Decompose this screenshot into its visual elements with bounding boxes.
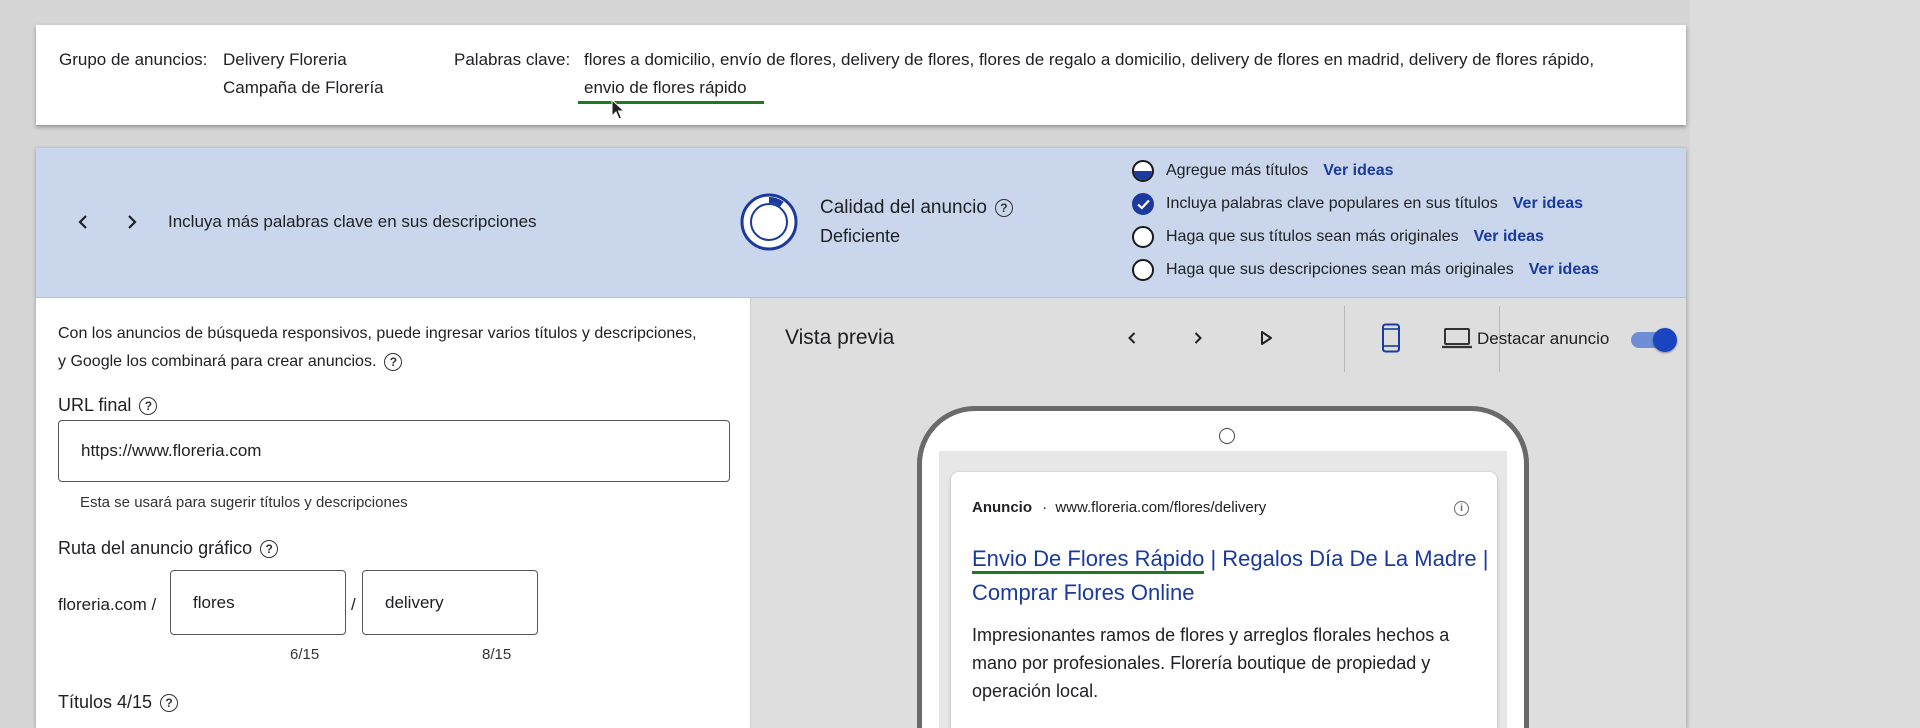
path2-input[interactable]: delivery (362, 570, 538, 635)
preview-title: Vista previa (785, 326, 895, 349)
empty-circle-icon (1132, 259, 1154, 281)
sponsored-label: Anuncio (972, 499, 1032, 516)
display-path-domain: floreria.com / (58, 595, 157, 614)
ad-group-info-card: Grupo de anuncios: Delivery Floreria Cam… (36, 25, 1686, 125)
path2-value: delivery (385, 592, 444, 612)
checklist-item-unique-descriptions: Haga que sus descripciones sean más orig… (1132, 259, 1599, 281)
final-url-value: https://www.floreria.com (81, 441, 262, 460)
background-strip (1690, 0, 1920, 728)
ad-description: Impresionantes ramos de flores y arreglo… (972, 625, 1450, 701)
toggle-knob (1653, 328, 1677, 352)
ad-group-label: Grupo de anuncios: (59, 50, 208, 69)
display-path-label: Ruta del anuncio gráfico ? (58, 538, 279, 559)
path2-char-count: 8/15 (482, 646, 512, 663)
help-icon[interactable]: ? (260, 539, 279, 558)
intro-text-content: Con los anuncios de búsqueda responsivos… (58, 325, 697, 370)
path-separator: / (351, 595, 356, 614)
quality-tip-text: Incluya más palabras clave en sus descri… (168, 212, 537, 231)
ad-quality-bar: Incluya más palabras clave en sus descri… (36, 148, 1686, 298)
phone-frame: Anuncio · www.floreria.com/flores/delive… (917, 406, 1529, 728)
phone-screen: Anuncio · www.floreria.com/flores/delive… (939, 451, 1507, 728)
ad-group-name[interactable]: Delivery Floreria (223, 50, 347, 70)
highlight-ad-toggle[interactable] (1631, 328, 1677, 352)
checklist-item-text: Haga que sus descripciones sean más orig… (1166, 261, 1514, 278)
help-icon[interactable]: ? (384, 352, 403, 371)
keyword-annotation-underline (578, 101, 764, 104)
ad-form: Con los anuncios de búsqueda responsivos… (36, 298, 751, 728)
ad-quality-title: Calidad del anuncio ? (820, 197, 1013, 219)
keywords-list: flores a domicilio, envío de flores, del… (584, 50, 1595, 69)
checklist-item-popular-keywords: Incluya palabras clave populares en sus … (1132, 193, 1583, 215)
path1-input[interactable]: flores (170, 570, 346, 635)
keywords-list-continued: envio de flores rápido (584, 78, 747, 97)
mobile-view-button[interactable] (1374, 321, 1408, 355)
chevron-left-icon (78, 215, 87, 229)
checklist-item-unique-headlines: Haga que sus títulos sean más originales… (1132, 226, 1544, 248)
final-url-hint: Esta se usará para sugerir títulos y des… (80, 494, 408, 511)
mobile-device-icon (1382, 323, 1400, 353)
highlight-ad-label: Destacar anuncio (1477, 329, 1610, 348)
mouse-cursor-icon (611, 99, 626, 120)
ad-preview-panel: Vista previa Destacar anuncio Anuncio · … (751, 298, 1686, 728)
checklist-item-text: Agregue más títulos (1166, 162, 1309, 179)
phone-camera-icon (1219, 428, 1235, 444)
final-url-label-text: URL final (58, 395, 132, 415)
view-ideas-link[interactable]: Ver ideas (1513, 195, 1583, 213)
ad-headline-highlighted: Envio De Flores Rápido (972, 546, 1205, 574)
checklist-item-text: Haga que sus títulos sean más originales (1166, 228, 1459, 245)
laptop-icon (1442, 328, 1472, 349)
search-ad-preview: Anuncio · www.floreria.com/flores/delive… (951, 472, 1497, 728)
next-tip-button[interactable] (118, 208, 146, 236)
chevron-right-icon (128, 215, 137, 229)
toolbar-divider (1344, 306, 1345, 372)
prev-tip-button[interactable] (69, 208, 97, 236)
info-icon[interactable]: i (1454, 501, 1469, 516)
partial-progress-icon (1132, 160, 1154, 182)
path1-value: flores (193, 592, 235, 612)
help-icon[interactable]: ? (139, 396, 158, 415)
ad-meta-line: Anuncio · www.floreria.com/flores/delive… (972, 499, 1266, 516)
preview-prev-button[interactable] (1117, 323, 1147, 353)
view-ideas-link[interactable]: Ver ideas (1323, 162, 1393, 180)
checklist-item-more-headlines: Agregue más títulos Ver ideas (1132, 160, 1394, 182)
ad-display-url: www.floreria.com/flores/delivery (1055, 499, 1267, 516)
play-icon (1261, 331, 1272, 345)
chevron-right-icon (1194, 332, 1202, 344)
check-circle-icon (1132, 193, 1154, 215)
view-ideas-link[interactable]: Ver ideas (1474, 228, 1544, 246)
final-url-label: URL final ? (58, 395, 158, 416)
help-icon[interactable]: ? (160, 693, 179, 712)
preview-next-button[interactable] (1183, 323, 1213, 353)
path1-char-count: 6/15 (290, 646, 320, 663)
campaign-name[interactable]: Campaña de Florería (223, 78, 384, 98)
chevron-left-icon (1128, 332, 1136, 344)
intro-text: Con los anuncios de búsqueda responsivos… (58, 320, 698, 376)
ad-headline[interactable]: Envio De Flores Rápido | Regalos Día De … (972, 542, 1492, 610)
preview-play-button[interactable] (1251, 323, 1281, 353)
help-icon[interactable]: ? (994, 199, 1013, 217)
desktop-view-button[interactable] (1437, 321, 1477, 355)
headlines-label-text: Títulos 4/15 (58, 692, 153, 712)
ad-quality-title-text: Calidad del anuncio (820, 197, 987, 218)
responsive-search-ad-editor: Incluya más palabras clave en sus descri… (36, 148, 1686, 728)
keywords-label: Palabras clave: (454, 50, 571, 69)
final-url-input[interactable]: https://www.floreria.com (58, 420, 730, 482)
ad-quality-value: Deficiente (820, 226, 901, 246)
ad-strength-ring-icon (740, 193, 798, 251)
checklist-item-text: Incluya palabras clave populares en sus … (1166, 195, 1498, 212)
headlines-label: Títulos 4/15 ? (58, 692, 179, 713)
display-path-label-text: Ruta del anuncio gráfico (58, 538, 253, 558)
view-ideas-link[interactable]: Ver ideas (1529, 261, 1599, 279)
meta-separator: · (1042, 499, 1048, 516)
empty-circle-icon (1132, 226, 1154, 248)
